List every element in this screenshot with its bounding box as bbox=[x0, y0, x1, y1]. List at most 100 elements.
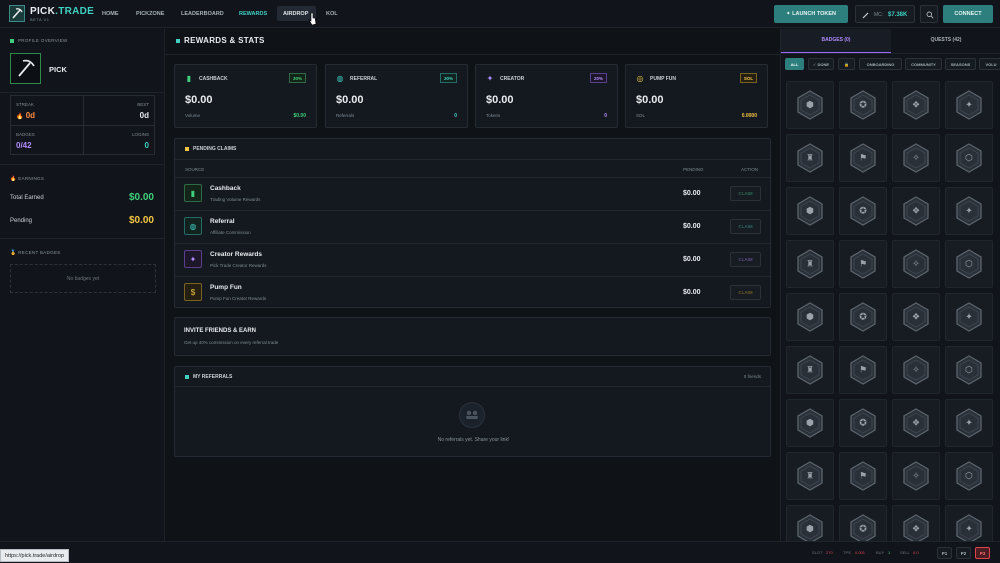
nav-leaderboard[interactable]: LEADERBOARD bbox=[181, 11, 224, 17]
sparkle-icon: ✦ bbox=[486, 74, 494, 83]
filter-locked[interactable]: 🔒 bbox=[838, 58, 855, 70]
tab-quests[interactable]: QUESTS (42) bbox=[891, 29, 1000, 53]
top-bar: PICK.TRADE BETA V1 HOME PICKZONE LEADERB… bbox=[0, 0, 1000, 28]
locked-badge[interactable]: ❖ bbox=[892, 505, 940, 541]
locked-badge[interactable]: ✦ bbox=[945, 187, 993, 235]
filter-done[interactable]: ✓ DONE bbox=[808, 58, 834, 70]
locked-badge[interactable]: ⬢ bbox=[786, 81, 834, 129]
locked-badge[interactable]: ✪ bbox=[839, 399, 887, 447]
dollar-icon: $ bbox=[184, 283, 202, 301]
search-button[interactable] bbox=[920, 5, 938, 23]
page-title: REWARDS & STATS bbox=[176, 36, 265, 45]
bars-icon: ▮ bbox=[186, 74, 192, 83]
my-referrals-panel: MY REFERRALS 0 friends No referrals yet.… bbox=[174, 366, 771, 457]
filter-volume[interactable]: VOLU bbox=[979, 58, 1000, 70]
locked-badge[interactable]: ⚑ bbox=[839, 134, 887, 182]
pick-icon bbox=[862, 12, 869, 19]
locked-badge[interactable]: ⬢ bbox=[786, 187, 834, 235]
streak-label: STREAK bbox=[16, 102, 35, 107]
locked-badge[interactable]: ⚑ bbox=[839, 240, 887, 288]
referral-count: 0 friends bbox=[743, 374, 761, 379]
logo-icon[interactable] bbox=[9, 5, 25, 22]
locked-badge[interactable]: ❖ bbox=[892, 399, 940, 447]
brand-name[interactable]: PICK.TRADE bbox=[30, 6, 94, 17]
locked-badge[interactable]: ⬢ bbox=[786, 399, 834, 447]
locked-badge[interactable]: ⬡ bbox=[945, 240, 993, 288]
locked-badge[interactable]: ♜ bbox=[786, 134, 834, 182]
badge-glyph-icon: ⬡ bbox=[965, 152, 973, 163]
badge-glyph-icon: ♜ bbox=[805, 258, 815, 269]
locked-badge[interactable]: ❖ bbox=[892, 187, 940, 235]
locked-badge[interactable]: ✧ bbox=[892, 240, 940, 288]
locked-badge[interactable]: ✦ bbox=[945, 81, 993, 129]
locked-badge[interactable]: ✦ bbox=[945, 293, 993, 341]
locked-badge[interactable]: ♜ bbox=[786, 240, 834, 288]
market-cap-display: MC: $7.38K bbox=[855, 5, 915, 23]
badge-glyph-icon: ✦ bbox=[965, 417, 973, 428]
filter-community[interactable]: COMMUNITY bbox=[905, 58, 942, 70]
nav-home[interactable]: HOME bbox=[102, 11, 119, 17]
pending-label: Pending bbox=[10, 218, 33, 224]
nav-pickzone[interactable]: PICKZONE bbox=[136, 11, 164, 17]
claim-button[interactable]: CLAIM bbox=[730, 219, 761, 234]
locked-badge[interactable]: ✧ bbox=[892, 452, 940, 500]
recent-badges-heading: 🏅 RECENT BADGES bbox=[10, 250, 61, 256]
badge-glyph-icon: ⚑ bbox=[858, 152, 868, 163]
locked-badge[interactable]: ♜ bbox=[786, 452, 834, 500]
connect-button[interactable]: CONNECT bbox=[943, 5, 993, 23]
locked-badge[interactable]: ✪ bbox=[839, 187, 887, 235]
badge-glyph-icon: ✪ bbox=[859, 205, 867, 216]
page-button-p1[interactable]: P1 bbox=[937, 547, 952, 559]
page-button-p2[interactable]: P2 bbox=[956, 547, 971, 559]
tab-badges[interactable]: BADGES (0) bbox=[781, 29, 891, 53]
locked-badge[interactable]: ⬡ bbox=[945, 452, 993, 500]
nav-rewards[interactable]: REWARDS bbox=[239, 11, 267, 17]
profile-overview-heading: PROFILE OVERVIEW bbox=[10, 38, 67, 43]
badges-label: BADGES bbox=[16, 132, 35, 137]
locked-badge[interactable]: ❖ bbox=[892, 81, 940, 129]
total-earned-value: $0.00 bbox=[128, 192, 154, 203]
filter-all[interactable]: ALL bbox=[785, 58, 804, 70]
locked-badge[interactable]: ♜ bbox=[786, 346, 834, 394]
locked-badge[interactable]: ⚑ bbox=[839, 346, 887, 394]
filter-seasons[interactable]: SEASONS bbox=[945, 58, 976, 70]
launch-token-button[interactable]: ✦ LAUNCH TOKEN bbox=[774, 5, 848, 23]
badge-glyph-icon: ✧ bbox=[912, 258, 920, 269]
badge-glyph-icon: ⬢ bbox=[806, 417, 814, 428]
nav-kol[interactable]: KOL bbox=[326, 11, 338, 17]
badge-glyph-icon: ✦ bbox=[965, 205, 973, 216]
invite-panel[interactable]: INVITE FRIENDS & EARN Get up 40% commiss… bbox=[174, 317, 771, 356]
locked-badge[interactable]: ✪ bbox=[839, 81, 887, 129]
claim-button[interactable]: CLAIM bbox=[730, 285, 761, 300]
creator-card: ✦ CREATOR 20% $0.00 Tokens 0 bbox=[475, 64, 618, 128]
filter-onboarding[interactable]: ONBOARDING bbox=[859, 58, 902, 70]
avatar[interactable] bbox=[10, 53, 41, 84]
claim-button[interactable]: CLAIM bbox=[730, 186, 761, 201]
badge-glyph-icon: ⚑ bbox=[858, 364, 868, 375]
locked-badge[interactable]: ⬡ bbox=[945, 134, 993, 182]
badge-glyph-icon: ❖ bbox=[911, 417, 921, 428]
badge-glyph-icon: ✦ bbox=[965, 311, 973, 322]
locked-badge[interactable]: ⚑ bbox=[839, 452, 887, 500]
locked-badge[interactable]: ✦ bbox=[945, 505, 993, 541]
badge-glyph-icon: ❖ bbox=[911, 523, 921, 534]
locked-badge[interactable]: ⬡ bbox=[945, 346, 993, 394]
user-icon: ◍ bbox=[184, 217, 202, 235]
locked-badge[interactable]: ✧ bbox=[892, 346, 940, 394]
mouse-cursor-icon bbox=[308, 12, 317, 26]
page-button-p3[interactable]: P3 bbox=[975, 547, 990, 559]
locked-badge[interactable]: ✪ bbox=[839, 293, 887, 341]
locked-badge[interactable]: ✪ bbox=[839, 505, 887, 541]
badges-value: 0/42 bbox=[16, 141, 32, 150]
badge-glyph-icon: ❖ bbox=[911, 311, 921, 322]
lock-icon: 🔒 bbox=[844, 62, 849, 67]
badge-glyph-icon: ♜ bbox=[805, 470, 815, 481]
locked-badge[interactable]: ❖ bbox=[892, 293, 940, 341]
locked-badge[interactable]: ✦ bbox=[945, 399, 993, 447]
locked-badge[interactable]: ✧ bbox=[892, 134, 940, 182]
claim-button[interactable]: CLAIM bbox=[730, 252, 761, 267]
badge-glyph-icon: ✪ bbox=[859, 99, 867, 110]
locked-badge[interactable]: ⬢ bbox=[786, 505, 834, 541]
locked-badge[interactable]: ⬢ bbox=[786, 293, 834, 341]
logins-value: 0 bbox=[144, 141, 149, 150]
